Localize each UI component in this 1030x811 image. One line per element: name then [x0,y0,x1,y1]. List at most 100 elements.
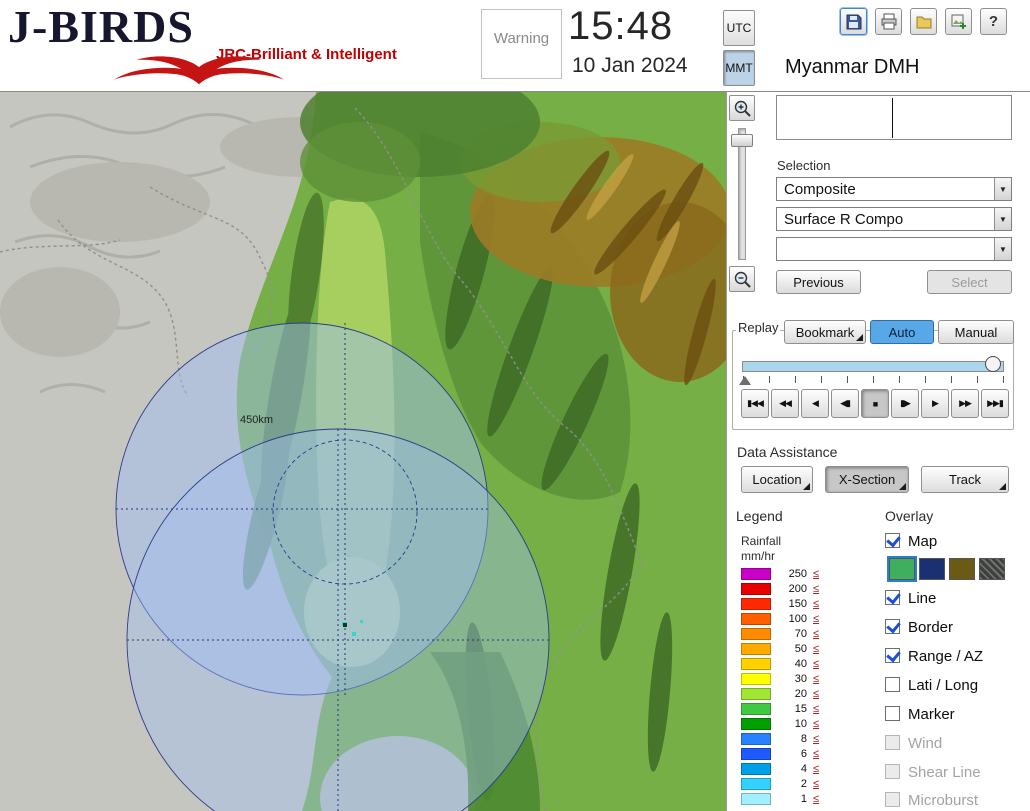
fast-rewind-button[interactable]: ◀◀ [771,389,799,418]
legend-row: 8 ≤ [741,733,851,746]
replay-timeline-slider[interactable] [742,361,1004,372]
product-dropdown[interactable]: Surface R Compo ▼ [776,207,1012,231]
legend-value: 70 [794,628,807,640]
zoom-in-button[interactable] [729,95,755,121]
overlay-item-label: Line [908,590,937,607]
overlay-item-microburst: Microburst [885,791,1025,811]
auto-mode-button[interactable]: Auto [870,320,934,344]
save-icon [846,14,861,29]
legend-row: 20 ≤ [741,688,851,701]
replay-timeline-thumb[interactable] [985,356,1001,372]
chevron-down-icon[interactable]: ▼ [994,178,1011,200]
radar-map[interactable]: 450km [0,92,726,811]
overlay-item-range-az[interactable]: Range / AZ [885,647,1025,667]
play-button[interactable]: ▶ [921,389,949,418]
manual-mode-button[interactable]: Manual [938,320,1014,344]
export-icon [951,14,966,29]
skip-to-start-button[interactable]: ▮◀◀ [741,389,769,418]
legend-row: 15 ≤ [741,703,851,716]
legend-le-symbol: ≤ [813,748,820,760]
legend-le-symbol: ≤ [813,673,820,685]
eagle-logo [113,56,285,85]
header-bar: J-BIRDS JRC-Brilliant & Intelligent Rada… [0,0,1030,117]
legend-swatch [741,643,771,655]
map-style-swatch-dark[interactable] [979,558,1005,580]
overlay-item-marker[interactable]: Marker [885,705,1025,725]
map-zoom-slider-thumb[interactable] [731,134,753,147]
replay-group: ▮◀◀ ◀◀ ◀ ◀▮ ■ ▮▶ ▶ ▶▶ ▶▶▮ [732,330,1014,430]
stop-button[interactable]: ■ [861,389,889,418]
legend-le-symbol: ≤ [813,598,820,610]
stop-icon: ■ [872,398,879,409]
marker-checkbox[interactable] [885,706,900,721]
legend-row: 100 ≤ [741,613,851,626]
step-back-icon: ◀▮ [840,398,851,408]
app-window: J-BIRDS JRC-Brilliant & Intelligent Rada… [0,0,1030,811]
legend-value: 15 [794,703,807,715]
map-checkbox[interactable] [885,533,900,548]
open-folder-button[interactable] [910,8,937,35]
map-style-swatch-green[interactable] [887,556,917,582]
chevron-down-icon[interactable]: ▼ [994,208,1011,230]
zoom-out-button[interactable] [729,266,755,292]
overlay-item-label: Marker [908,706,955,723]
overlay-item-border[interactable]: Border [885,618,1025,638]
zoom-in-icon [734,100,751,117]
legend-le-symbol: ≤ [813,613,820,625]
select-button[interactable]: Select [927,270,1012,294]
bookmark-button[interactable]: Bookmark [784,320,866,344]
mmt-toggle-button[interactable]: MMT [723,50,755,86]
legend-value: 20 [794,688,807,700]
message-listbox[interactable] [776,95,1012,140]
composite-dropdown[interactable]: Composite ▼ [776,177,1012,201]
lati-long-checkbox[interactable] [885,677,900,692]
legend-swatch [741,613,771,625]
utc-toggle-button[interactable]: UTC [723,10,755,46]
overlay-item-map[interactable]: Map [885,532,1025,552]
replay-start-marker [739,376,751,385]
map-viewport: 450km [0,92,726,811]
map-style-swatch-olive[interactable] [949,558,975,580]
skip-to-end-button[interactable]: ▶▶▮ [981,389,1009,418]
location-button[interactable]: Location [741,466,813,493]
clock-time: 15:48 [568,4,674,48]
step-back-button[interactable]: ◀▮ [831,389,859,418]
auto-button-label: Auto [888,324,916,340]
step-forward-button[interactable]: ▮▶ [891,389,919,418]
sub-product-dropdown[interactable]: ▼ [776,237,1012,261]
warning-indicator[interactable]: Warning [481,9,562,79]
overlay-item-lati-long[interactable]: Lati / Long [885,676,1025,696]
range-az-checkbox[interactable] [885,648,900,663]
legend-value: 6 [800,748,807,760]
legend-unit-line1: Rainfall [741,534,782,548]
border-checkbox[interactable] [885,619,900,634]
track-button[interactable]: Track [921,466,1009,493]
overlay-item-line[interactable]: Line [885,589,1025,609]
help-button[interactable]: ? [980,8,1007,35]
clock-date: 10 Jan 2024 [572,54,688,77]
map-zoom-slider[interactable] [738,128,746,260]
fast-forward-button[interactable]: ▶▶ [951,389,979,418]
legend-le-symbol: ≤ [813,658,820,670]
previous-button[interactable]: Previous [776,270,861,294]
overlay-item-label: Border [908,619,954,636]
x-section-button[interactable]: X-Section [825,466,909,493]
data-assistance-label: Data Assistance [737,444,838,460]
play-backward-button[interactable]: ◀ [801,389,829,418]
line-checkbox[interactable] [885,590,900,605]
overlay-item-wind: Wind [885,734,1025,754]
overlay-item-label: Lati / Long [908,677,979,694]
map-style-swatch-navy[interactable] [919,558,945,580]
export-image-button[interactable] [945,8,972,35]
chevron-down-icon[interactable]: ▼ [994,238,1011,260]
composite-dropdown-value: Composite [784,180,856,198]
legend-value: 100 [788,613,807,625]
legend-swatch [741,778,771,790]
track-button-label: Track [948,472,982,487]
overlay-item-label: Shear Line [908,764,981,781]
legend-row: 250 ≤ [741,568,851,581]
print-button[interactable] [875,8,902,35]
save-button[interactable] [840,8,867,35]
legend-value: 250 [788,568,807,580]
legend-le-symbol: ≤ [813,643,820,655]
